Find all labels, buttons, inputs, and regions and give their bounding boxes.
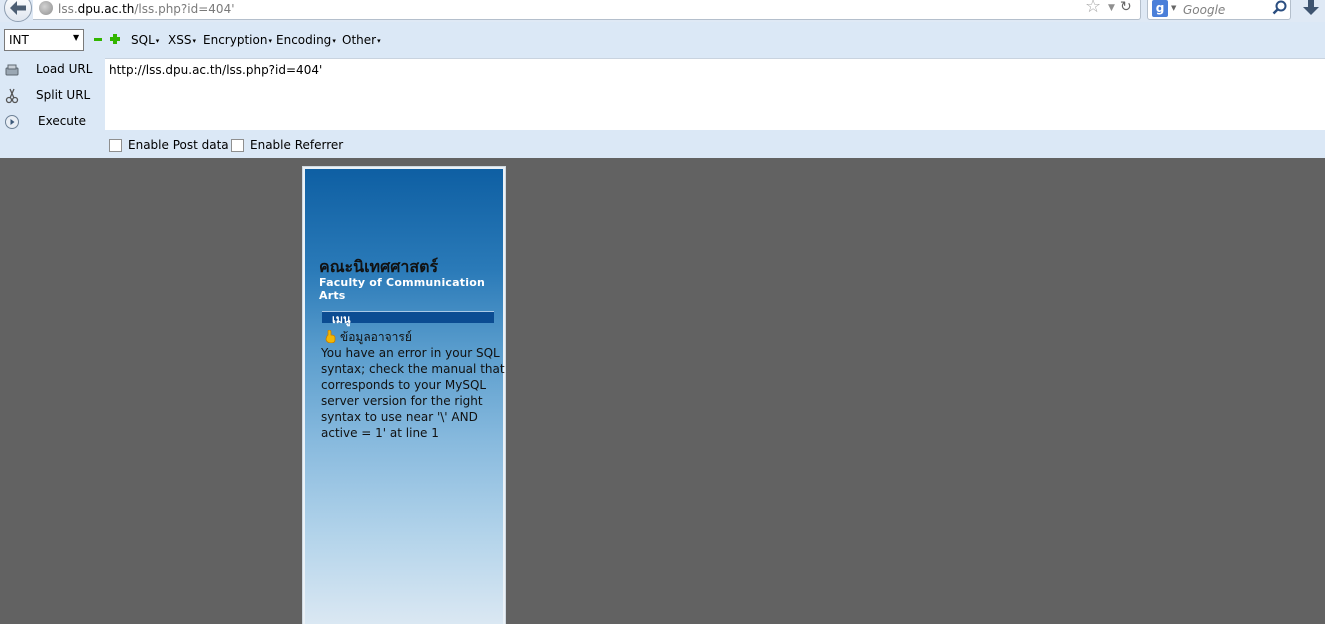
menu-sql-label: SQL — [131, 33, 155, 47]
load-url-button[interactable]: Load URL — [0, 58, 105, 82]
sidebar-panel: คณะนิเทศศาสตร์ Faculty of Communication … — [302, 166, 506, 624]
enable-post-label[interactable]: Enable Post data — [128, 138, 229, 152]
execute-button[interactable]: Execute — [0, 110, 105, 134]
url-textarea[interactable]: http://lss.dpu.ac.th/lss.php?id=404' — [105, 58, 1325, 130]
menu-xss[interactable]: XSS▾ — [168, 33, 196, 47]
download-icon[interactable] — [1302, 0, 1320, 16]
menu-sql[interactable]: SQL▾ — [131, 33, 159, 47]
sql-error-message: You have an error in your SQL syntax; ch… — [321, 346, 505, 440]
menu-xss-label: XSS — [168, 33, 192, 47]
menu-header: เมนู — [322, 311, 494, 326]
back-button[interactable] — [4, 0, 32, 22]
select-value: INT — [9, 33, 29, 47]
encoding-type-select[interactable]: INT ▼ — [4, 29, 84, 51]
page-content: คณะนิเทศศาสตร์ Faculty of Communication … — [0, 158, 1325, 624]
menu-other[interactable]: Other▾ — [342, 33, 381, 47]
menu-encoding-label: Encoding — [276, 33, 332, 47]
url-bar[interactable]: lss.dpu.ac.th/lss.php?id=404' ☆ ▼ ↻ — [33, 0, 1141, 20]
caret-icon: ▾ — [268, 37, 272, 45]
history-dropdown-icon[interactable]: ▼ — [1108, 3, 1115, 13]
search-icon[interactable] — [1272, 0, 1288, 16]
menu-header-label: เมนู — [332, 313, 351, 326]
engine-dropdown-icon[interactable]: ▼ — [1171, 4, 1176, 12]
hackbar-toolbar: INT ▼ SQL▾ XSS▾ Encryption▾ Encoding▾ Ot… — [0, 22, 1325, 58]
bookmark-star-icon[interactable]: ☆ — [1085, 0, 1101, 16]
play-icon — [5, 115, 19, 129]
url-path: /lss.php?id=404' — [134, 2, 235, 16]
search-bar[interactable]: g ▼ Google — [1147, 0, 1291, 20]
menu-other-label: Other — [342, 33, 377, 47]
increase-icon[interactable] — [110, 34, 120, 44]
hand-pointer-icon — [325, 330, 336, 343]
scissors-icon — [5, 88, 19, 104]
caret-icon: ▾ — [332, 37, 336, 45]
split-url-label: Split URL — [36, 88, 91, 102]
url-text[interactable]: lss.dpu.ac.th/lss.php?id=404' — [58, 2, 235, 16]
hackbar-options: Enable Post data Enable Referrer — [105, 130, 1325, 158]
menu-encoding[interactable]: Encoding▾ — [276, 33, 336, 47]
enable-post-checkbox[interactable] — [109, 139, 122, 152]
caret-icon: ▾ — [192, 37, 196, 45]
navigation-bar: lss.dpu.ac.th/lss.php?id=404' ☆ ▼ ↻ g ▼ … — [0, 0, 1325, 22]
search-placeholder: Google — [1183, 3, 1226, 17]
chevron-down-icon: ▼ — [73, 33, 80, 42]
globe-icon — [39, 1, 53, 15]
url-domain: dpu.ac.th — [77, 2, 135, 16]
hackbar-sidebar: Load URL Split URL Execute — [0, 58, 105, 158]
enable-referrer-label[interactable]: Enable Referrer — [250, 138, 343, 152]
faculty-english-title: Faculty of Communication Arts — [319, 276, 485, 302]
caret-icon: ▾ — [155, 37, 160, 45]
url-prefix: lss. — [58, 2, 78, 16]
enable-referrer-checkbox[interactable] — [231, 139, 244, 152]
load-url-icon — [5, 64, 19, 76]
decrease-icon[interactable] — [94, 38, 102, 41]
menu-encryption-label: Encryption — [203, 33, 268, 47]
split-url-button[interactable]: Split URL — [0, 84, 105, 108]
menu-encryption[interactable]: Encryption▾ — [203, 33, 272, 47]
back-arrow-icon — [10, 1, 26, 15]
sidebar-panel-gradient: คณะนิเทศศาสตร์ Faculty of Communication … — [305, 169, 505, 624]
url-textarea-value: http://lss.dpu.ac.th/lss.php?id=404' — [109, 63, 323, 77]
google-engine-icon[interactable]: g — [1152, 0, 1168, 17]
load-url-label: Load URL — [36, 62, 93, 76]
caret-icon: ▾ — [377, 37, 381, 45]
reload-icon[interactable]: ↻ — [1120, 0, 1132, 15]
execute-label: Execute — [38, 114, 86, 128]
